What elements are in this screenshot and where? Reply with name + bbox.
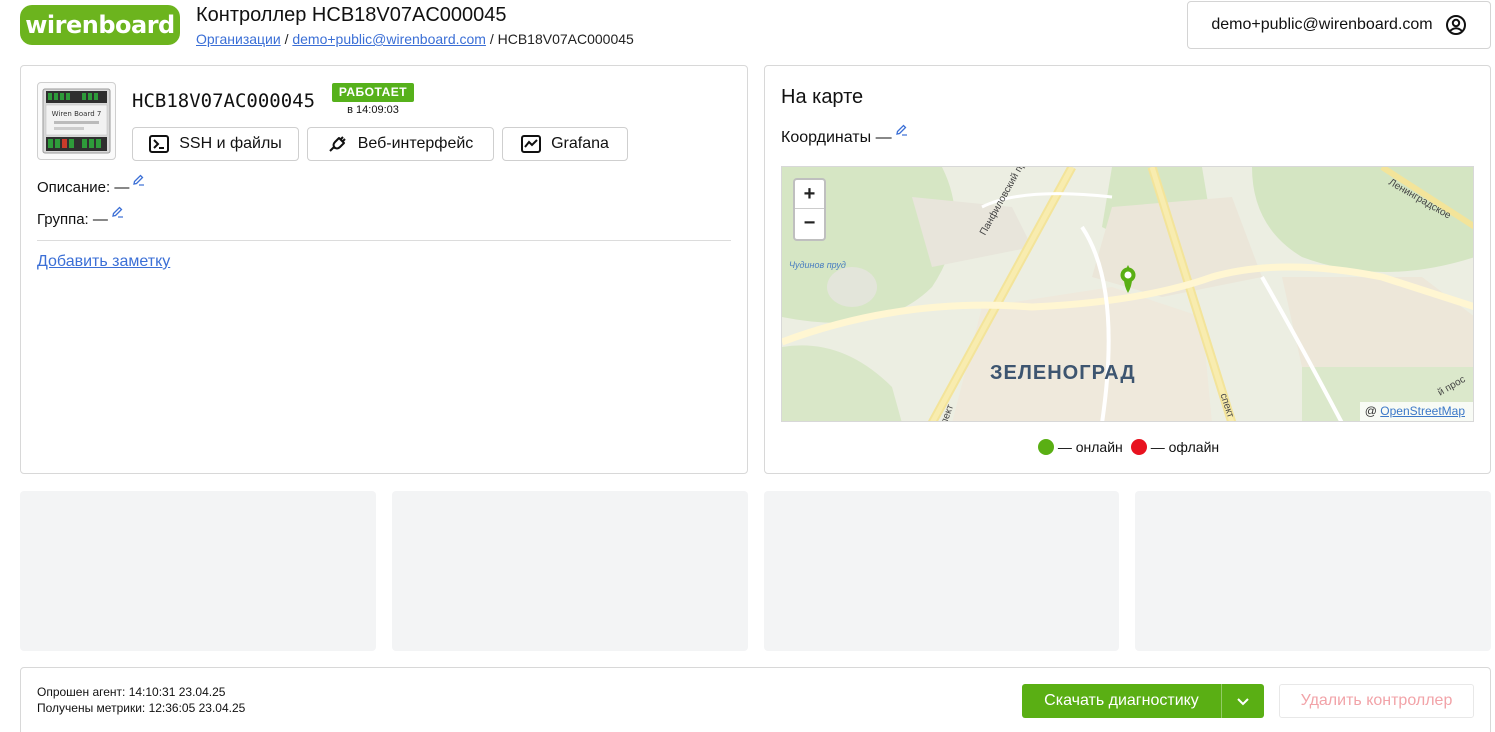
ssh-files-button[interactable]: SSH и файлы bbox=[132, 127, 299, 161]
city-label: ЗЕЛЕНОГРАД bbox=[990, 362, 1136, 384]
offline-dot-icon bbox=[1130, 439, 1147, 455]
device-thumbnail: Wiren Board 7 bbox=[37, 82, 116, 160]
download-diagnostics-group: Скачать диагностику bbox=[1022, 684, 1264, 718]
online-dot-icon bbox=[1037, 439, 1054, 455]
user-menu-button[interactable]: demo+public@wirenboard.com bbox=[1187, 1, 1491, 49]
footer-panel: Опрошен агент: 14:10:31 23.04.25 Получен… bbox=[20, 667, 1491, 732]
user-email: demo+public@wirenboard.com bbox=[1211, 16, 1433, 33]
plug-icon bbox=[328, 136, 346, 152]
metrics-received-text: Получены метрики: 12:36:05 23.04.25 bbox=[37, 701, 246, 715]
legend-offline: — офлайн bbox=[1130, 439, 1220, 455]
breadcrumb-organizations-link[interactable]: Организации bbox=[196, 31, 281, 47]
map-legend: — онлайн — офлайн bbox=[765, 439, 1492, 455]
download-diagnostics-button[interactable]: Скачать диагностику bbox=[1022, 684, 1222, 718]
web-interface-label: Веб-интерфейс bbox=[357, 135, 474, 152]
ssh-files-label: SSH и файлы bbox=[179, 135, 282, 152]
status-badge: РАБОТАЕТ bbox=[332, 83, 414, 102]
edit-pencil-icon[interactable] bbox=[132, 173, 145, 186]
group-field: Группа: — bbox=[37, 206, 124, 228]
edit-pencil-icon[interactable] bbox=[895, 123, 908, 136]
zoom-in-button[interactable]: + bbox=[795, 180, 824, 209]
chevron-down-icon bbox=[1237, 697, 1249, 705]
openstreetmap-link[interactable]: OpenStreetMap bbox=[1380, 404, 1465, 418]
map-attribution: @ OpenStreetMap bbox=[1359, 402, 1473, 421]
delete-controller-button[interactable]: Удалить контроллер bbox=[1279, 684, 1474, 718]
wirenboard-logo[interactable]: wirenboard bbox=[20, 5, 180, 45]
status-time: в 14:09:03 bbox=[347, 104, 399, 116]
map-card: На карте Координаты — Чудинов пруд Ленин… bbox=[764, 65, 1491, 474]
logo-text: wirenboard bbox=[25, 11, 175, 39]
breadcrumb: Организации / demo+public@wirenboard.com… bbox=[196, 31, 634, 47]
download-options-toggle[interactable] bbox=[1222, 684, 1264, 718]
breadcrumb-separator: / bbox=[485, 31, 498, 47]
divider bbox=[37, 240, 731, 241]
description-label: Описание: — bbox=[37, 179, 130, 196]
loading-placeholder bbox=[1135, 491, 1491, 651]
group-label: Группа: — bbox=[37, 211, 108, 228]
user-circle-icon bbox=[1445, 15, 1466, 35]
coordinates-field: Координаты — bbox=[781, 124, 908, 147]
loading-placeholder bbox=[392, 491, 748, 651]
page-title: Контроллер HCB18V07AC000045 bbox=[196, 4, 507, 26]
pond-label: Чудинов пруд bbox=[789, 260, 846, 270]
grafana-button[interactable]: Grafana bbox=[502, 127, 628, 161]
loading-placeholder bbox=[20, 491, 376, 651]
device-card: Wiren Board 7 HCB18V07AC000045 РАБОТАЕТ … bbox=[20, 65, 748, 474]
chart-line-icon bbox=[521, 135, 542, 153]
agent-polled-text: Опрошен агент: 14:10:31 23.04.25 bbox=[37, 685, 226, 699]
device-actions: SSH и файлы Веб-интерфейс Grafana bbox=[132, 127, 628, 161]
breadcrumb-separator: / bbox=[280, 31, 293, 47]
edit-pencil-icon[interactable] bbox=[111, 205, 124, 218]
web-interface-button[interactable]: Веб-интерфейс bbox=[307, 127, 494, 161]
add-note-link[interactable]: Добавить заметку bbox=[37, 253, 170, 271]
legend-online-label: — онлайн bbox=[1057, 439, 1123, 455]
breadcrumb-account-link[interactable]: demo+public@wirenboard.com bbox=[292, 31, 486, 47]
grafana-label: Grafana bbox=[551, 135, 609, 152]
zoom-control: + − bbox=[793, 178, 826, 241]
legend-offline-label: — офлайн bbox=[1150, 439, 1220, 455]
map-title: На карте bbox=[781, 86, 864, 108]
zoom-out-button[interactable]: − bbox=[795, 209, 824, 238]
description-field: Описание: — bbox=[37, 174, 145, 196]
device-serial: HCB18V07AC000045 bbox=[132, 90, 316, 112]
breadcrumb-current: HCB18V07AC000045 bbox=[497, 31, 634, 47]
loading-placeholder bbox=[764, 491, 1119, 651]
thumb-model-label: Wiren Board 7 bbox=[52, 110, 102, 118]
map-view[interactable]: Чудинов пруд Панфиловский проспект Ленин… bbox=[781, 166, 1474, 422]
legend-online: — онлайн bbox=[1037, 439, 1123, 455]
terminal-icon bbox=[149, 135, 170, 153]
coordinates-label: Координаты — bbox=[781, 129, 892, 146]
attribution-prefix: @ bbox=[1364, 404, 1381, 418]
